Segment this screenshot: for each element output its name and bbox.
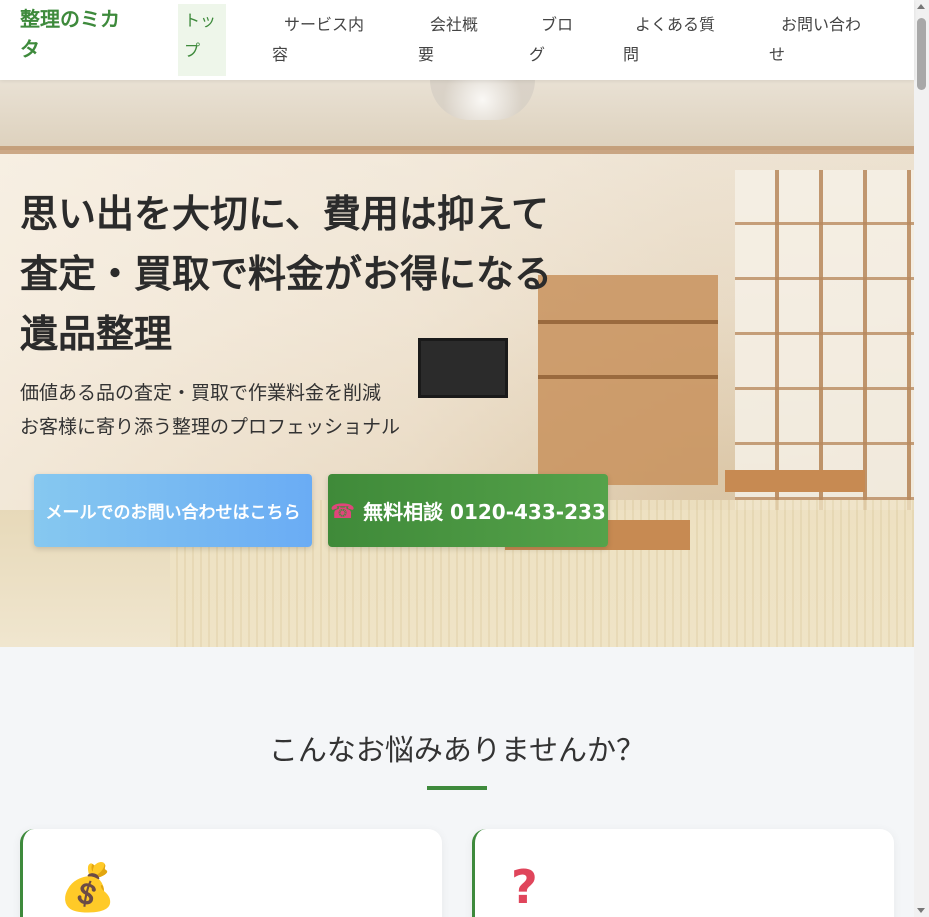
nav-label: トッ bbox=[184, 11, 217, 30]
nav-label: サービス内 bbox=[284, 15, 365, 34]
logo-line-1: 整理のミカ bbox=[20, 7, 120, 31]
hero-sub-line: 価値ある品の査定・買取で作業料金を削減 bbox=[20, 382, 382, 404]
nav-label: 会社概 bbox=[430, 15, 479, 34]
nav-label: 要 bbox=[418, 45, 435, 64]
nav-label: お問い合わ bbox=[781, 15, 862, 34]
section-title: こんなお悩みありませんか？ bbox=[268, 733, 646, 767]
nav-label: せ bbox=[769, 45, 786, 64]
nav-top[interactable]: トッ プ bbox=[178, 4, 226, 76]
nav-label: グ bbox=[529, 45, 546, 64]
nav-label: 容 bbox=[272, 45, 289, 64]
hero-beam bbox=[0, 146, 914, 154]
site-logo[interactable]: 整理のミカ タ bbox=[20, 4, 150, 64]
nav-label: プ bbox=[184, 41, 201, 60]
hero-section: 思い出を大切に、費用は抑えて 査定・買取で料金がお得になる 遺品整理 価値ある品… bbox=[0, 80, 914, 647]
scroll-up-arrow-icon[interactable] bbox=[917, 4, 925, 9]
phone-consult-button[interactable]: ☎ 無料相談 0120-433-233 bbox=[328, 474, 608, 547]
nav-label: ブロ bbox=[541, 15, 574, 34]
title-underline bbox=[427, 786, 487, 790]
nav-blog[interactable]: ブロ グ bbox=[529, 10, 589, 70]
money-bag-icon: 💰 bbox=[59, 860, 117, 914]
site-header: 整理のミカ タ トッ プ サービス内 容 会社概 要 ブロ グ よくある質 問 … bbox=[0, 0, 914, 80]
nav-company[interactable]: 会社概 要 bbox=[418, 10, 498, 70]
hero-title-line: 思い出を大切に、費用は抑えて bbox=[20, 191, 549, 236]
scroll-down-arrow-icon[interactable] bbox=[917, 908, 925, 913]
hero-title: 思い出を大切に、費用は抑えて 査定・買取で料金がお得になる 遺品整理 bbox=[20, 184, 660, 364]
mail-contact-label: メールでのお問い合わせはこちら bbox=[45, 503, 301, 523]
problem-card: 💰 bbox=[20, 829, 442, 917]
hero-subtitle: 価値ある品の査定・買取で作業料金を削減 お客様に寄り添う整理のプロフェッショナル bbox=[20, 376, 620, 444]
vertical-scrollbar[interactable] bbox=[914, 0, 929, 917]
hero-title-line: 査定・買取で料金がお得になる bbox=[20, 251, 553, 296]
question-icon: ? bbox=[511, 860, 538, 914]
hero-title-line: 遺品整理 bbox=[20, 311, 173, 356]
nav-services[interactable]: サービス内 容 bbox=[272, 10, 382, 70]
nav-contact[interactable]: お問い合わ せ bbox=[769, 10, 884, 70]
scroll-thumb[interactable] bbox=[917, 18, 926, 90]
phone-consult-label: 無料相談 0120-433-233 bbox=[363, 500, 606, 524]
mail-contact-button[interactable]: メールでのお問い合わせはこちら bbox=[34, 474, 312, 547]
hero-sub-line: お客様に寄り添う整理のプロフェッショナル bbox=[20, 416, 401, 438]
problem-card: ? bbox=[472, 829, 894, 917]
nav-faq[interactable]: よくある質 問 bbox=[623, 10, 738, 70]
logo-line-2: タ bbox=[20, 37, 40, 61]
nav-label: よくある質 bbox=[635, 15, 716, 34]
phone-icon: ☎ bbox=[330, 498, 356, 523]
nav-label: 問 bbox=[623, 45, 640, 64]
low-table-image bbox=[725, 470, 865, 492]
